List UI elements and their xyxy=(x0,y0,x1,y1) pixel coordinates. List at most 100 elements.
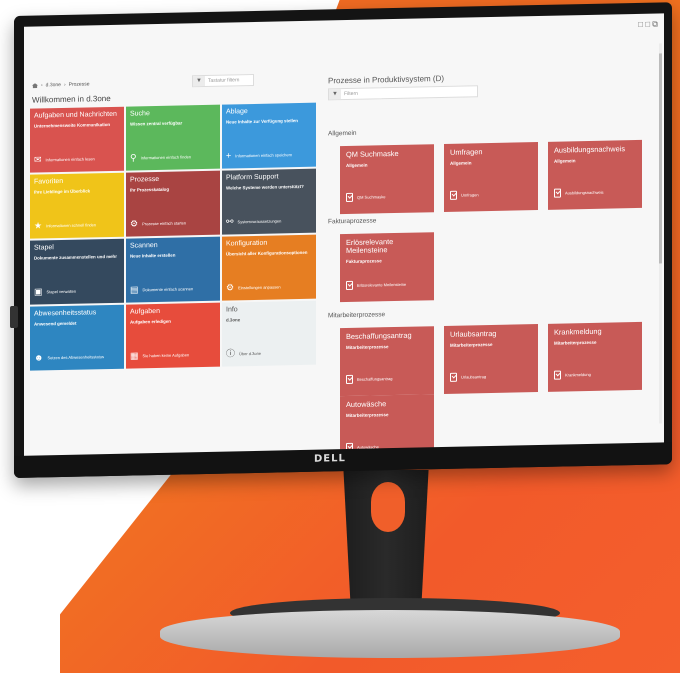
filter-placeholder: Tastatur filtern xyxy=(208,77,240,84)
process-title: Urlaubsantrag xyxy=(450,328,497,339)
clipboard-icon xyxy=(554,370,561,380)
breadcrumb-item[interactable]: Prozesse xyxy=(69,81,90,87)
process-action-label: Krankmeldung xyxy=(565,371,591,378)
tile-title: Stapel xyxy=(34,244,54,252)
link-icon: ⚯ xyxy=(226,216,234,227)
app-tile[interactable]: Konfiguration Übersicht aller Konfigurati… xyxy=(222,234,316,301)
tile-action-label: Informationen einfach speichern xyxy=(235,152,293,159)
process-tile[interactable]: Beschaffungsantrag Mitarbeiterprozesse Bes… xyxy=(340,326,434,397)
process-tile[interactable]: Urlaubsantrag Mitarbeiterprozesse Urlaubsa… xyxy=(444,324,538,394)
app-tile[interactable]: Aufgaben Aufgaben erledigen ▦ Sie haben kei… xyxy=(126,302,220,369)
process-title: Umfragen xyxy=(450,147,483,157)
app-tile[interactable]: Platform Support Welche Systeme werden un… xyxy=(222,168,316,235)
tile-action[interactable]: ▤ Dokumente einfach scannen xyxy=(130,284,193,294)
tile-title: Ablage xyxy=(226,108,248,116)
tile-title: Konfiguration xyxy=(226,239,268,248)
tile-subtitle: Ihr Prozesskatalog xyxy=(130,187,170,193)
tile-filter-input[interactable]: ▼ Tastatur filtern xyxy=(192,73,254,88)
info-icon: ⓘ xyxy=(226,348,236,359)
process-action[interactable]: Ausbildungsnachweis xyxy=(554,188,603,198)
process-tile[interactable]: Erlösrelevante Meilensteine Fakturaprozes… xyxy=(340,232,434,303)
tile-action[interactable]: ▣ Stapel verwalten xyxy=(34,286,76,297)
scrollbar[interactable] xyxy=(659,43,662,424)
filter-icon[interactable]: ▼ xyxy=(329,89,341,100)
process-category: Mitarbeiterprozesse xyxy=(554,339,597,346)
app-tile[interactable]: Info d.3one ⓘ Über d.3one xyxy=(222,300,316,367)
tile-action-label: Informationen einfach finden xyxy=(140,154,192,161)
window-controls[interactable]: □ □ ⧉ xyxy=(638,20,658,30)
process-action[interactable]: Krankmeldung xyxy=(554,370,591,380)
clipboard-icon: ▦ xyxy=(130,350,139,361)
process-category: Mitarbeiterprozesse xyxy=(450,341,493,348)
process-action[interactable]: Urlaubsantrag xyxy=(450,372,486,382)
app-tile-grid: Aufgaben und Nachrichten Unternehmensweit… xyxy=(30,102,316,371)
app-tile[interactable]: Prozesse Ihr Prozesskatalog ⚙ Prozesse einf… xyxy=(126,170,220,237)
clipboard-icon xyxy=(346,280,353,291)
home-icon[interactable] xyxy=(32,83,38,88)
scan-icon: ▤ xyxy=(130,284,139,295)
tile-action[interactable]: ⚯ Systemvoraussetzungen xyxy=(226,216,281,226)
tile-action-label: Einstellungen anpassen xyxy=(238,284,281,291)
breadcrumb: › d.3one › Prozesse xyxy=(32,81,89,88)
monitor-base xyxy=(160,610,620,658)
process-action-label: Erlösrelevante Meilensteine xyxy=(357,281,407,288)
process-section-label: Mitarbeiterprozesse xyxy=(328,311,386,320)
clipboard-icon xyxy=(346,192,353,203)
app-tile[interactable]: Favoriten Ihre Lieblinge im Überblick ★ Inf… xyxy=(30,172,124,239)
process-filter-input[interactable]: ▼ Filtern xyxy=(328,85,478,101)
page-title: Willkommen in d.3one xyxy=(32,93,111,105)
breadcrumb-item[interactable]: d.3one xyxy=(46,82,61,88)
process-action-label: Beschaffungsantrag xyxy=(357,376,393,382)
tile-action[interactable]: ⚙ Prozesse einfach starten xyxy=(130,218,186,228)
tile-action[interactable]: ✉ Informationen einfach lesen xyxy=(34,154,95,164)
process-action[interactable]: Beschaffungsantrag xyxy=(346,374,393,385)
tile-action[interactable]: + Informationen einfach speichern xyxy=(226,150,292,160)
app-tile[interactable]: Stapel Dokumente zusammenstellen und mehr… xyxy=(30,238,124,305)
tile-subtitle: Neue Inhalte erstellen xyxy=(130,252,176,259)
gear-icon: ⚙ xyxy=(226,282,235,293)
process-tile[interactable]: Krankmeldung Mitarbeiterprozesse Krankmeld… xyxy=(548,321,642,392)
star-icon: ★ xyxy=(34,220,43,231)
process-title: Autowäsche xyxy=(346,399,387,410)
process-icon: ⚙ xyxy=(130,218,139,229)
process-action[interactable]: Umfragen xyxy=(450,190,479,200)
process-category: Allgemein xyxy=(346,162,368,168)
process-category: Mitarbeiterprozesse xyxy=(346,343,389,350)
app-tile[interactable]: Abwesenheitsstatus Anwesend gemeldet ☻ Setz… xyxy=(30,304,124,371)
tile-action[interactable]: ⓘ Über d.3one xyxy=(226,348,261,359)
mail-icon: ✉ xyxy=(34,154,42,165)
app-tile[interactable]: Scannen Neue Inhalte erstellen ▤ Dokumente … xyxy=(126,236,220,303)
tile-action[interactable]: ▦ Sie haben keine Aufgaben xyxy=(130,350,189,360)
tile-title: Aufgaben und Nachrichten xyxy=(34,110,117,120)
tile-action[interactable]: ★ Informationen schnell finden xyxy=(34,220,96,230)
tile-action[interactable]: ⚙ Einstellungen anpassen xyxy=(226,282,281,292)
filter-icon[interactable]: ▼ xyxy=(193,75,205,87)
clipboard-icon xyxy=(346,374,353,385)
tile-subtitle: d.3one xyxy=(226,317,241,323)
process-tile[interactable]: QM Suchmaske Allgemein QM Suchmaske xyxy=(340,144,434,215)
process-action[interactable]: Erlösrelevante Meilensteine xyxy=(346,280,407,291)
tile-subtitle: Dokumente zusammenstellen und mehr xyxy=(34,254,117,261)
app-tile[interactable]: Aufgaben und Nachrichten Unternehmensweit… xyxy=(30,106,124,173)
app-tile[interactable]: Ablage Neue Inhalte zur Verfügung stellen… xyxy=(222,102,316,169)
tile-title: Abwesenheitsstatus xyxy=(34,309,97,318)
tile-title: Info xyxy=(226,306,238,314)
app-tile[interactable]: Suche Wissen zentral verfügbar ⚲ Informatio… xyxy=(126,104,220,171)
process-category: Fakturaprozesse xyxy=(346,257,382,264)
tile-action[interactable]: ☻ Setzen des Abwesenheitsstatus xyxy=(34,352,104,362)
tile-title: Scannen xyxy=(130,241,158,250)
process-title: Krankmeldung xyxy=(554,326,602,337)
stack-icon: ▣ xyxy=(34,286,43,297)
tile-title: Aufgaben xyxy=(130,307,160,316)
process-action[interactable]: QM Suchmaske xyxy=(346,192,385,203)
tile-action[interactable]: ⚲ Informationen einfach finden xyxy=(130,152,191,162)
tile-action-label: Informationen schnell finden xyxy=(46,222,97,229)
process-category: Mitarbeiterprozesse xyxy=(346,411,389,418)
process-title: QM Suchmaske xyxy=(346,148,399,160)
tile-subtitle: Übersicht aller Konfigurationsoptionen xyxy=(226,250,308,257)
scrollbar-thumb[interactable] xyxy=(659,53,662,264)
clipboard-icon xyxy=(450,372,457,382)
process-tile[interactable]: Umfragen Allgemein Umfragen xyxy=(444,142,538,212)
side-panel-handle[interactable] xyxy=(10,305,18,329)
process-tile[interactable]: Ausbildungsnachweis Allgemein Ausbildungsn… xyxy=(548,139,642,210)
